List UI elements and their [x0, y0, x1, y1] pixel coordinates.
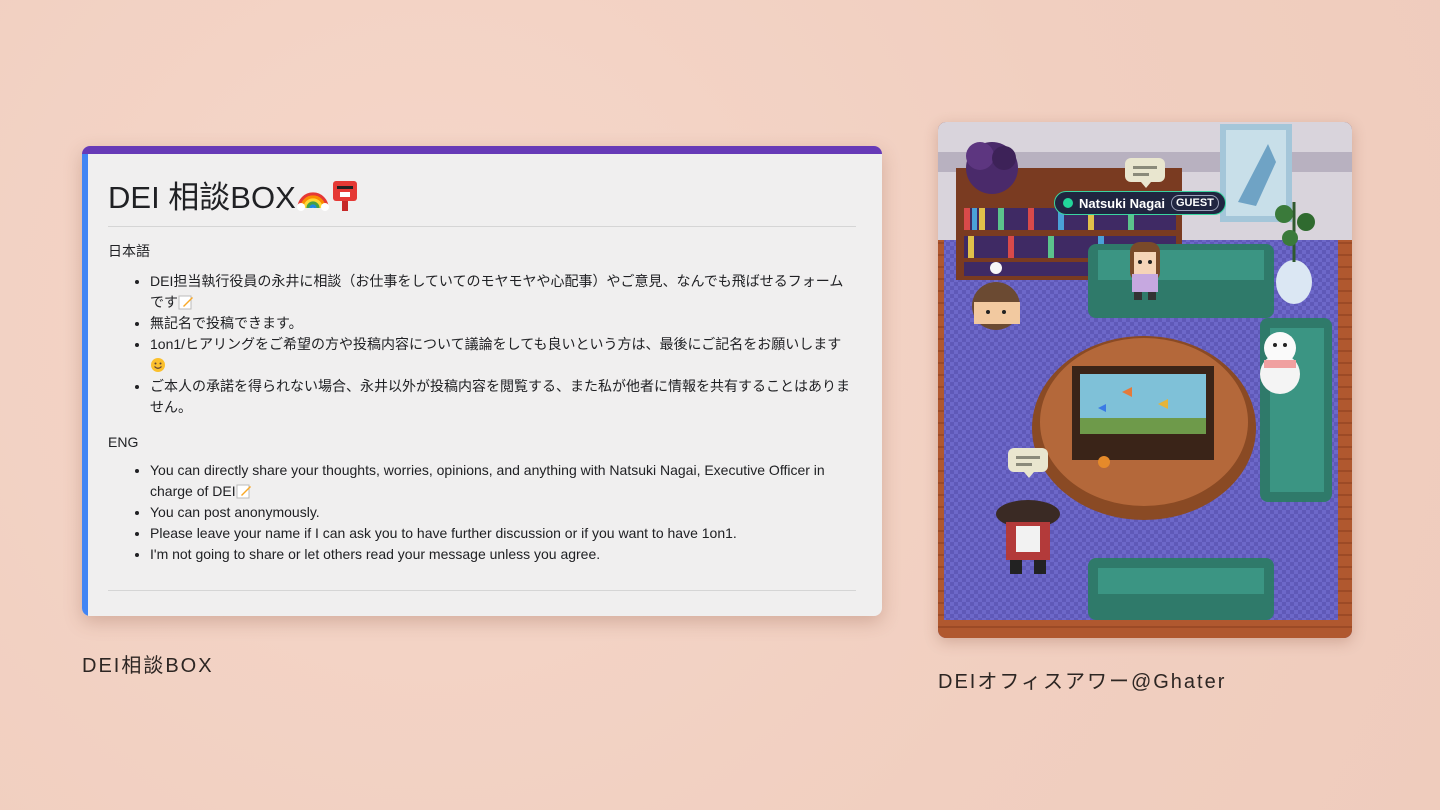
english-list: You can directly share your thoughts, wo…	[108, 460, 856, 565]
caption-office-hour: DEIオフィスアワー@Ghater	[938, 671, 1227, 693]
form-accent-left	[82, 154, 88, 616]
rainbow-icon	[296, 192, 329, 211]
online-status-icon	[1063, 198, 1073, 208]
list-item: ご本人の承諾を得られない場合、永井以外が投稿内容を閲覧する、また私が他者に情報を…	[150, 376, 856, 418]
smile-icon	[151, 358, 165, 372]
form-content: DEI 相談BOX 日本語 DEI担当執行役員の永井に相談（お仕事をしていてのモ…	[108, 154, 856, 616]
list-item: 無記名で投稿できます。	[150, 313, 856, 334]
japanese-list: DEI担当執行役員の永井に相談（お仕事をしていてのモヤモヤや心配事）やご意見、な…	[108, 271, 856, 418]
caption-form: DEI相談BOX	[82, 655, 214, 677]
player-name: Natsuki Nagai	[1079, 195, 1165, 211]
section-label-english: ENG	[108, 434, 139, 450]
list-item: Please leave your name if I can ask you …	[150, 523, 856, 544]
memo-icon	[178, 295, 193, 310]
list-item: I'm not going to share or let others rea…	[150, 544, 856, 565]
form-divider	[108, 590, 856, 591]
form-accent-top	[82, 146, 882, 154]
postbox-icon	[332, 181, 357, 211]
list-item-text: I'm not going to share or let others rea…	[150, 546, 601, 562]
virtual-office-scene[interactable]: Natsuki Nagai GUEST	[938, 122, 1352, 638]
list-item-text: Please leave your name if I can ask you …	[150, 525, 737, 541]
list-item-text: ご本人の承諾を得られない場合、永井以外が投稿内容を閲覧する、また私が他者に情報を…	[150, 378, 850, 415]
form-title: DEI 相談BOX	[108, 178, 856, 227]
list-item-text: 1on1/ヒアリングをご希望の方や投稿内容について議論をしても良いという方は、最…	[150, 336, 842, 352]
list-item: DEI担当執行役員の永井に相談（お仕事をしていてのモヤモヤや心配事）やご意見、な…	[150, 271, 856, 313]
list-item: You can directly share your thoughts, wo…	[150, 460, 856, 502]
list-item-text: You can post anonymously.	[150, 504, 320, 520]
avatar-natsuki	[1130, 242, 1160, 300]
list-item: You can post anonymously.	[150, 502, 856, 523]
section-label-japanese: 日本語	[108, 243, 150, 259]
guest-badge: GUEST	[1170, 195, 1219, 211]
player-name-tag[interactable]: Natsuki Nagai GUEST	[1054, 191, 1226, 215]
form-card: DEI 相談BOX 日本語 DEI担当執行役員の永井に相談（お仕事をしていてのモ…	[82, 146, 882, 616]
form-title-text: DEI 相談BOX	[108, 180, 296, 215]
list-item-text: DEI担当執行役員の永井に相談（お仕事をしていてのモヤモヤや心配事）やご意見、な…	[150, 273, 844, 310]
list-item: 1on1/ヒアリングをご希望の方や投稿内容について議論をしても良いという方は、最…	[150, 334, 856, 376]
memo-icon	[236, 484, 251, 499]
list-item-text: 無記名で投稿できます。	[150, 315, 303, 331]
